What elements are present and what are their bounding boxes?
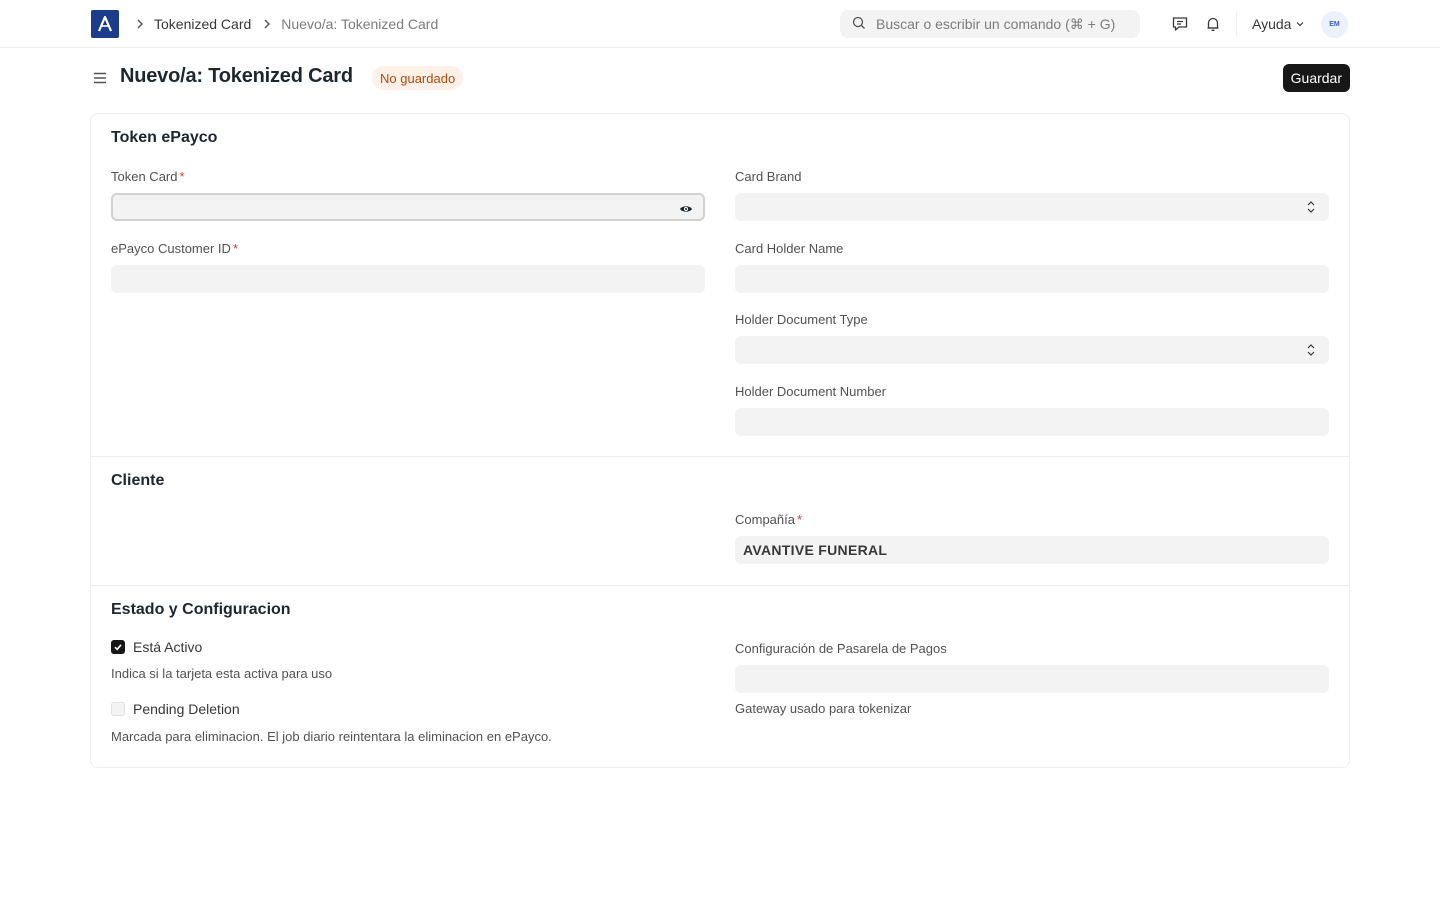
token-card-input[interactable] xyxy=(111,193,705,221)
field-compania: Compañía * AVANTIVE FUNERAL xyxy=(735,512,1329,564)
compania-input[interactable]: AVANTIVE FUNERAL xyxy=(735,536,1329,564)
chevron-right-icon xyxy=(134,18,146,30)
field-description: Gateway usado para tokenizar xyxy=(735,701,912,716)
esta-activo-checkbox[interactable]: Está Activo xyxy=(111,639,202,655)
field-epayco-customer-id: ePayco Customer ID * xyxy=(111,241,705,293)
section-cliente: Cliente Compañía * AVANTIVE FUNERAL xyxy=(91,457,1349,586)
field-card-brand: Card Brand xyxy=(735,169,1329,221)
help-dropdown[interactable]: Ayuda xyxy=(1252,0,1305,48)
select-updown-icon xyxy=(1307,343,1315,360)
save-button[interactable]: Guardar xyxy=(1282,64,1350,92)
holder-document-type-select[interactable] xyxy=(735,336,1329,364)
chevron-down-icon xyxy=(1297,22,1304,27)
field-label: Token Card * xyxy=(111,169,185,184)
field-label: Holder Document Type xyxy=(735,312,868,327)
section-title: Estado y Configuracion xyxy=(111,601,291,618)
card-brand-select[interactable] xyxy=(735,193,1329,221)
field-holder-document-type: Holder Document Type xyxy=(735,312,1329,364)
search-input[interactable] xyxy=(876,16,1136,32)
field-label: Holder Document Number xyxy=(735,384,887,399)
field-token-card: Token Card * xyxy=(111,169,705,221)
field-holder-document-number: Holder Document Number xyxy=(735,384,1329,436)
avatar[interactable]: EM xyxy=(1321,11,1348,38)
select-updown-icon xyxy=(1307,200,1315,217)
card-holder-name-input[interactable] xyxy=(735,265,1329,293)
menu-icon[interactable] xyxy=(90,68,110,88)
navbar: Tokenized Card Nuevo/a: Tokenized Card A… xyxy=(0,0,1440,48)
page-header: Nuevo/a: Tokenized Card No guardado Guar… xyxy=(90,62,1350,94)
field-label: Configuración de Pasarela de Pagos xyxy=(735,641,947,656)
checkbox-box[interactable] xyxy=(111,702,125,716)
checkbox-label: Pending Deletion xyxy=(133,701,240,717)
field-label: Card Holder Name xyxy=(735,241,844,256)
form-card: Token ePayco Token Card * ePayco Customer… xyxy=(90,113,1350,768)
field-configuracion-pasarela: Configuración de Pasarela de Pagos Gatew… xyxy=(735,641,1329,716)
breadcrumb-doctype[interactable]: Tokenized Card xyxy=(154,16,251,32)
help-label: Ayuda xyxy=(1252,16,1292,32)
page-title: Nuevo/a: Tokenized Card xyxy=(120,65,353,87)
pending-deletion-checkbox[interactable]: Pending Deletion xyxy=(111,701,240,717)
section-title: Token ePayco xyxy=(111,129,218,146)
checkbox-description: Indica si la tarjeta esta activa para us… xyxy=(111,666,333,681)
logo-mark-icon xyxy=(97,15,113,32)
field-card-holder-name: Card Holder Name xyxy=(735,241,1329,293)
bell-icon[interactable] xyxy=(1203,14,1223,34)
section-title: Cliente xyxy=(111,472,165,489)
section-token-epayco: Token ePayco Token Card * ePayco Customer… xyxy=(91,114,1349,457)
field-label: Card Brand xyxy=(735,169,802,184)
epayco-customer-id-input[interactable] xyxy=(111,265,705,293)
navbar-divider xyxy=(1236,12,1237,36)
app-logo[interactable] xyxy=(91,10,119,38)
search-icon xyxy=(852,16,866,33)
breadcrumb: Tokenized Card Nuevo/a: Tokenized Card xyxy=(130,0,438,48)
comment-icon[interactable] xyxy=(1170,14,1190,34)
search-bar[interactable] xyxy=(840,10,1140,38)
breadcrumb-current[interactable]: Nuevo/a: Tokenized Card xyxy=(281,16,438,32)
field-label: ePayco Customer ID * xyxy=(111,241,238,256)
configuracion-pasarela-input[interactable] xyxy=(735,665,1329,693)
section-estado-configuracion: Estado y Configuracion Está Activo Indic… xyxy=(91,586,1349,768)
checkbox-label: Está Activo xyxy=(133,639,203,655)
checkbox-description: Marcada para eliminacion. El job diario … xyxy=(111,729,552,744)
eye-icon[interactable] xyxy=(679,202,693,219)
check-icon[interactable] xyxy=(111,640,125,654)
chevron-right-icon xyxy=(261,18,273,30)
holder-document-number-input[interactable] xyxy=(735,408,1329,436)
status-badge: No guardado xyxy=(372,66,464,90)
field-label: Compañía * xyxy=(735,512,803,527)
